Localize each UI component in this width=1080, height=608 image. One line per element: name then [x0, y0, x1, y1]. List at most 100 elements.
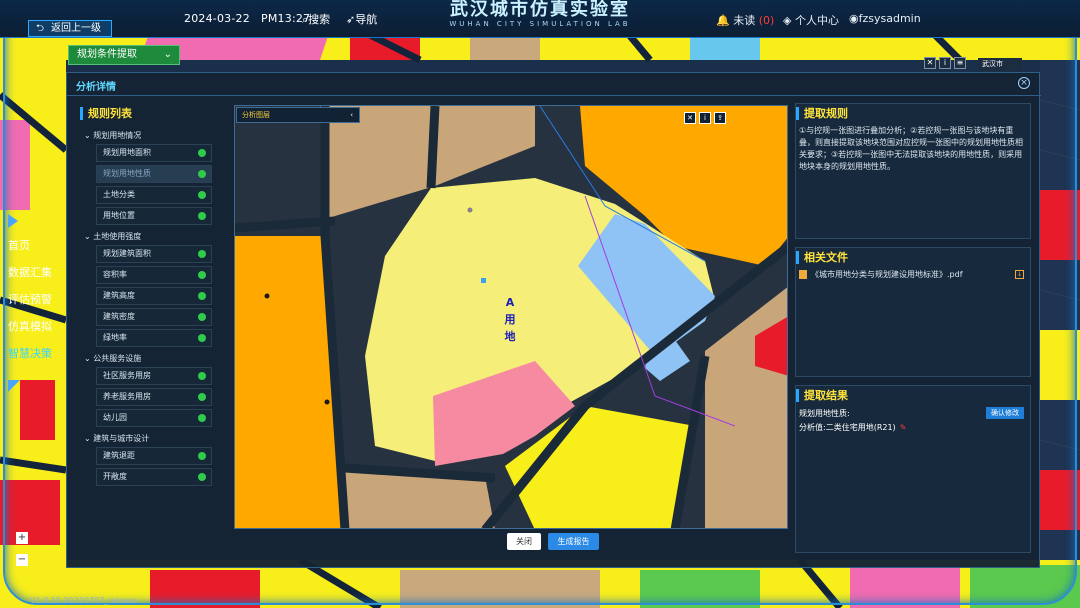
- group-label[interactable]: ⌄ 规划用地情况: [80, 127, 216, 144]
- user-menu[interactable]: ◉fzsysadmin: [849, 12, 921, 25]
- check-icon: [198, 393, 206, 401]
- info-icon[interactable]: i: [939, 57, 951, 69]
- files-box: 相关文件 《城市用地分类与规划建设用地标准》.pdf ↓: [795, 247, 1031, 377]
- navigation-arrow-icon: ➶: [346, 13, 356, 26]
- search-button[interactable]: ⌕搜索: [302, 11, 330, 27]
- version-text: V1.0.15.20230707_release: [30, 596, 138, 605]
- zoom-in-button[interactable]: +: [16, 532, 28, 544]
- title-en: WUHAN CITY SIMULATION LAB: [449, 20, 631, 28]
- unread-button[interactable]: 🔔 未读 (0): [716, 12, 774, 28]
- rule-item-label: 规划用地面积: [103, 148, 151, 157]
- left-nav: 首页 数据汇集 评估预警 仿真模拟 智慧决策: [0, 232, 58, 367]
- title-cn: 武汉城市仿真实验室: [450, 0, 630, 20]
- nav-item-home[interactable]: 首页: [0, 232, 58, 259]
- nav-item-simulation[interactable]: 仿真模拟: [0, 313, 58, 340]
- close-icon[interactable]: ×: [1018, 77, 1030, 89]
- check-icon: [198, 170, 206, 178]
- city-select[interactable]: 武汉市: [978, 58, 1022, 71]
- rule-item[interactable]: 绿地率: [96, 329, 212, 347]
- nav-item-warning[interactable]: 评估预警: [0, 286, 58, 313]
- rule-item-label: 开敞度: [103, 472, 127, 481]
- top-bar: ⮌ 返回上一级 2024-03-22 PM13:27 ⌕搜索 ➶导航 武汉城市仿真…: [0, 0, 1080, 38]
- map-icon-bar: ✕ i ⇪: [684, 112, 726, 124]
- collapse-arrow-icon[interactable]: [8, 214, 18, 228]
- rule-item[interactable]: 规划用地面积: [96, 144, 212, 162]
- rule-item[interactable]: 容积率: [96, 266, 212, 284]
- unread-count: (0): [758, 14, 775, 27]
- rule-list: 规则列表 ⌄ 规划用地情况 规划用地面积 规划用地性质 土地分类 用地位置 ⌄ …: [80, 107, 216, 557]
- tools-icon[interactable]: ✕: [924, 57, 936, 69]
- group-label[interactable]: ⌄ 土地使用强度: [80, 228, 216, 245]
- zoom-out-button[interactable]: −: [16, 554, 28, 566]
- modal-title: 分析详情: [76, 82, 116, 93]
- group-label[interactable]: ⌄ 公共服务设施: [80, 350, 216, 367]
- tools-icon[interactable]: ✕: [684, 112, 696, 124]
- info-icon[interactable]: i: [699, 112, 711, 124]
- personal-center-button[interactable]: ◈ 个人中心: [783, 12, 839, 28]
- rule-item[interactable]: 建筑高度: [96, 287, 212, 305]
- rule-item-label: 规划建筑面积: [103, 249, 151, 258]
- map-tools: ✕ i ≡: [924, 57, 966, 71]
- check-icon: [198, 149, 206, 157]
- back-arrow-icon: ⮌: [36, 23, 45, 34]
- extract-rules-text: ①与控规一张图进行叠加分析；②若控规一张图与该地块有重叠，则直接提取该地块范围对…: [799, 126, 1023, 171]
- zoom-controls: + −: [16, 532, 28, 576]
- rule-item-label: 建筑退距: [103, 451, 135, 460]
- confirm-button[interactable]: 确认修改: [986, 407, 1024, 419]
- analysis-modal: 分析详情 × 规则列表 ⌄ 规划用地情况 规划用地面积 规划用地性质 土地分类 …: [66, 72, 1041, 568]
- group-label[interactable]: ⌄ 建筑与城市设计: [80, 430, 216, 447]
- rule-item[interactable]: 规划建筑面积: [96, 245, 212, 263]
- user-icon: ◉: [849, 12, 859, 25]
- extract-rules-title: 提取规则: [796, 107, 1030, 120]
- check-icon: [198, 191, 206, 199]
- result-label: 规划用地性质:: [799, 409, 850, 418]
- divider: [67, 95, 1041, 96]
- bell-icon: 🔔: [716, 14, 730, 27]
- check-icon: [198, 212, 206, 220]
- chevron-left-icon: ‹: [350, 111, 353, 119]
- download-icon[interactable]: ↓: [1015, 270, 1024, 279]
- rule-item-label: 绿地率: [103, 333, 127, 342]
- result-value-row: 分析值:二类住宅用地(R21) ✎: [796, 421, 1030, 435]
- export-icon[interactable]: ⇪: [714, 112, 726, 124]
- edit-icon[interactable]: ✎: [900, 423, 907, 432]
- check-icon: [198, 473, 206, 481]
- rule-item-selected[interactable]: 规划用地性质: [96, 165, 212, 183]
- result-title: 提取结果: [796, 389, 1030, 402]
- generate-report-button[interactable]: 生成报告: [548, 533, 599, 550]
- check-icon: [198, 292, 206, 300]
- group-label-text: 规划用地情况: [93, 131, 142, 140]
- rule-item[interactable]: 开敞度: [96, 468, 212, 486]
- rule-item[interactable]: 建筑密度: [96, 308, 212, 326]
- nav-button[interactable]: ➶导航: [346, 11, 377, 27]
- rule-item[interactable]: 幼儿园: [96, 409, 212, 427]
- result-row: 规划用地性质: 确认修改: [796, 407, 1030, 421]
- detail-panel: 提取规则 ①与控规一张图进行叠加分析；②若控规一张图与该地块有重叠，则直接提取该…: [795, 103, 1031, 561]
- rule-item-label: 规划用地性质: [103, 169, 151, 178]
- nav-item-decision[interactable]: 智慧决策: [0, 340, 58, 367]
- back-button[interactable]: ⮌ 返回上一级: [28, 20, 112, 37]
- rule-item[interactable]: 养老服务用房: [96, 388, 212, 406]
- file-icon: [799, 270, 807, 279]
- close-button[interactable]: 关闭: [507, 533, 541, 550]
- rule-item[interactable]: 土地分类: [96, 186, 212, 204]
- rule-item[interactable]: 用地位置: [96, 207, 212, 225]
- group-label-text: 土地使用强度: [93, 232, 142, 241]
- rule-item[interactable]: 社区服务用房: [96, 367, 212, 385]
- username: fzsysadmin: [858, 12, 921, 25]
- layer-label: 分析图层: [242, 111, 270, 119]
- date-text: 2024-03-22: [184, 12, 250, 25]
- layer-tab[interactable]: 分析图层 ‹: [236, 107, 360, 123]
- file-item[interactable]: 《城市用地分类与规划建设用地标准》.pdf ↓: [799, 269, 1027, 281]
- rule-item[interactable]: 建筑退距: [96, 447, 212, 465]
- center-label: 个人中心: [794, 14, 839, 27]
- layers-icon[interactable]: ≡: [954, 57, 966, 69]
- search-label: 搜索: [308, 13, 331, 26]
- nav-label: 导航: [355, 13, 378, 26]
- nav-item-data[interactable]: 数据汇集: [0, 259, 58, 286]
- check-icon: [198, 313, 206, 321]
- condition-dropdown[interactable]: 规划条件提取 ⌄: [68, 45, 180, 65]
- result-box: 提取结果 规划用地性质: 确认修改 分析值:二类住宅用地(R21) ✎: [795, 385, 1031, 553]
- file-name: 《城市用地分类与规划建设用地标准》.pdf: [811, 270, 963, 279]
- check-icon: [198, 250, 206, 258]
